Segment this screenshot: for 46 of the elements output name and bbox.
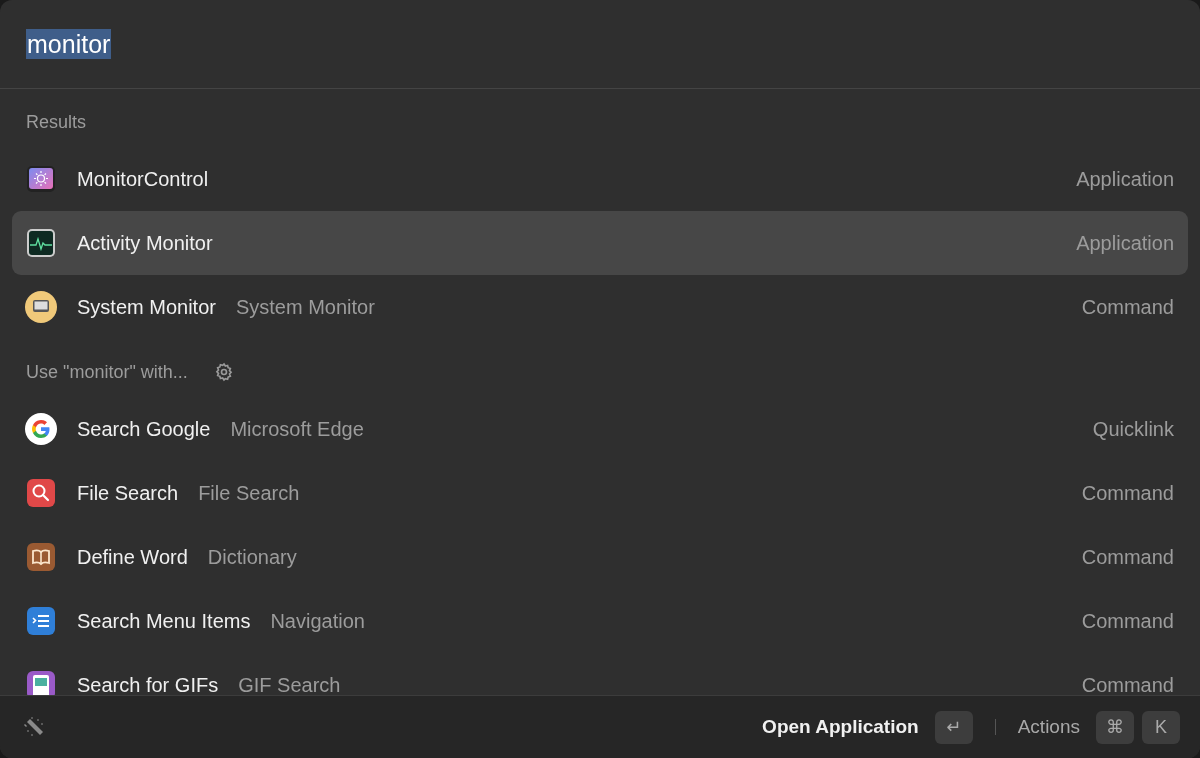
search-icon xyxy=(25,477,57,509)
item-type: Quicklink xyxy=(1092,417,1174,441)
result-item[interactable]: MonitorControl Application xyxy=(12,147,1188,211)
g-logo-icon xyxy=(25,413,57,445)
result-item[interactable]: Activity Monitor Application xyxy=(12,211,1188,275)
item-title: System Monitor xyxy=(77,295,216,319)
item-subtitle: System Monitor xyxy=(235,295,375,319)
image-file-icon xyxy=(25,669,57,695)
list-icon xyxy=(25,605,57,637)
item-title: Activity Monitor xyxy=(77,231,213,255)
settings-icon[interactable] xyxy=(213,362,234,382)
keyboard-key: ⌘ xyxy=(1096,710,1134,744)
item-title: Search Google xyxy=(77,417,211,441)
item-subtitle: Microsoft Edge xyxy=(230,417,364,441)
actions-button[interactable]: Actions xyxy=(1017,716,1080,738)
item-type: Command xyxy=(1081,545,1174,569)
item-subtitle: Dictionary xyxy=(207,545,297,569)
heartbeat-monitor-icon xyxy=(25,227,57,259)
primary-action[interactable]: Open Application xyxy=(762,716,919,738)
result-item[interactable]: System Monitor System Monitor Command xyxy=(12,275,1188,339)
item-title: Search Menu Items xyxy=(77,609,251,633)
keyboard-key: ↵ xyxy=(934,710,973,744)
item-subtitle: File Search xyxy=(198,481,300,505)
item-title: Define Word xyxy=(77,545,188,569)
item-type: Command xyxy=(1081,609,1174,633)
item-type: Application xyxy=(1076,231,1174,255)
section-header: Use "monitor" with... xyxy=(26,361,188,383)
item-subtitle: Navigation xyxy=(270,609,365,633)
computer-icon xyxy=(25,291,57,323)
item-type: Command xyxy=(1081,481,1174,505)
book-icon xyxy=(25,541,57,573)
result-item[interactable]: Define Word Dictionary Command xyxy=(12,525,1188,589)
item-type: Application xyxy=(1076,167,1174,191)
item-title: MonitorControl xyxy=(77,167,209,191)
search-field[interactable]: monitor xyxy=(26,29,112,59)
result-item[interactable]: Search Menu Items Navigation Command xyxy=(12,589,1188,653)
sun-display-icon xyxy=(25,163,57,195)
item-title: Search for GIFs xyxy=(77,673,219,695)
item-type: Command xyxy=(1081,673,1174,695)
item-type: Command xyxy=(1081,295,1174,319)
item-title: File Search xyxy=(77,481,179,505)
result-item[interactable]: File Search File Search Command xyxy=(12,461,1188,525)
keyboard-key: K xyxy=(1142,710,1180,744)
section-header: Results xyxy=(26,111,87,133)
result-item[interactable]: Search Google Microsoft Edge Quicklink xyxy=(12,397,1188,461)
item-subtitle: GIF Search xyxy=(238,673,341,695)
